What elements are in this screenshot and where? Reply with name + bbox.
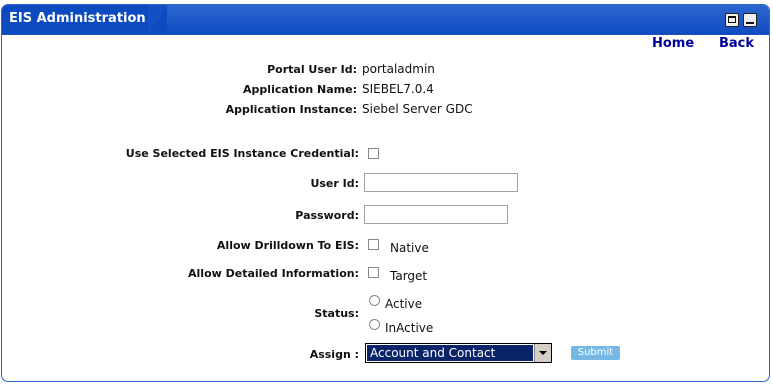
window-title: EIS Administration <box>9 11 146 26</box>
title-tab-slant <box>148 5 168 34</box>
application-instance-value: Siebel Server GDC <box>362 102 473 116</box>
application-instance-label: Application Instance: <box>225 103 357 116</box>
drilldown-label: Allow Drilldown To EIS: <box>216 239 359 252</box>
submit-button[interactable]: Submit <box>571 346 620 360</box>
dropdown-arrow-icon[interactable] <box>534 344 551 362</box>
minimize-icon[interactable] <box>743 13 757 27</box>
portal-user-value: portaladmin <box>362 62 435 76</box>
password-field[interactable] <box>364 205 508 224</box>
assign-selected-value: Account and Contact <box>367 345 533 361</box>
status-inactive-label: InActive <box>385 321 434 335</box>
password-label: Password: <box>295 209 359 222</box>
status-active-label: Active <box>385 297 423 311</box>
portal-user-label: Portal User Id: <box>267 63 357 76</box>
user-id-label: User Id: <box>310 177 359 190</box>
application-name-label: Application Name: <box>243 83 357 96</box>
back-link[interactable]: Back <box>719 36 754 51</box>
title-bar: EIS Administration <box>2 5 769 35</box>
maximize-icon[interactable] <box>725 13 739 27</box>
detailed-info-checkbox[interactable] <box>368 267 379 278</box>
application-name-value: SIEBEL7.0.4 <box>362 82 434 96</box>
drilldown-checkbox[interactable] <box>368 239 379 250</box>
drilldown-native-label: Native <box>390 241 429 255</box>
detailed-target-label: Target <box>390 269 428 283</box>
assign-label: Assign : <box>309 348 359 361</box>
use-credential-label: Use Selected EIS Instance Credential: <box>125 147 359 160</box>
status-label: Status: <box>314 307 359 320</box>
status-inactive-radio[interactable] <box>369 319 380 330</box>
use-credential-checkbox[interactable] <box>368 148 379 159</box>
home-link[interactable]: Home <box>652 36 694 51</box>
detailed-info-label: Allow Detailed Information: <box>188 267 359 280</box>
assign-select[interactable]: Account and Contact <box>365 343 552 363</box>
user-id-field[interactable] <box>364 173 518 192</box>
status-active-radio[interactable] <box>369 295 380 306</box>
